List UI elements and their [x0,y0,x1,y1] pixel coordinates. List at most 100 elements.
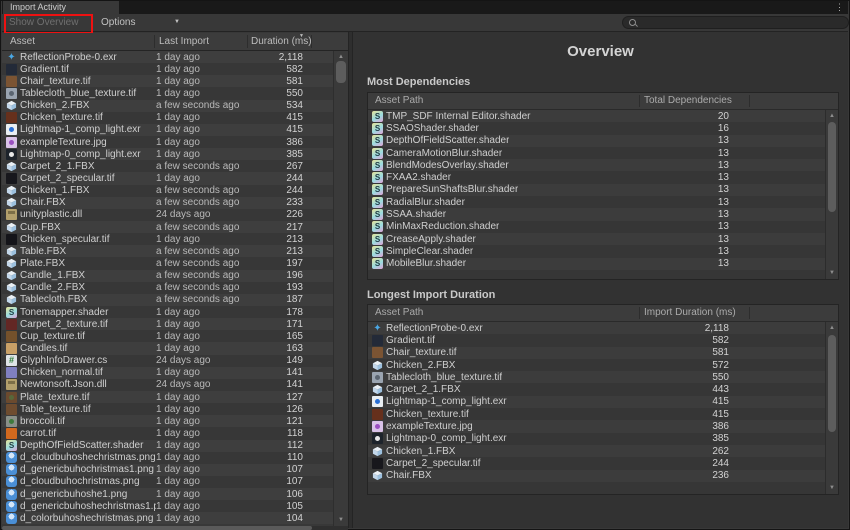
column-asset[interactable]: Asset [10,36,35,48]
table-row[interactable]: Lightmap-0_comp_light.exr385 [368,433,825,445]
scroll-up-button[interactable]: ▲ [334,53,348,61]
column-divider[interactable] [639,95,640,107]
column-import-duration[interactable]: Import Duration (ms) [644,305,736,321]
window-menu-icon[interactable]: ⋮ [835,1,844,13]
asset-row[interactable]: Chicken_normal.tif1 day ago141 [2,367,333,379]
column-divider[interactable] [749,307,750,319]
asset-row[interactable]: d_genericbuhoshechristmas1.png1 day ago1… [2,500,333,512]
table-row[interactable]: SMinMaxReduction.shader13 [368,221,825,233]
table-row[interactable]: ✦ReflectionProbe-0.exr2,118 [368,322,825,334]
column-asset-path[interactable]: Asset Path [375,93,423,109]
vertical-scrollbar[interactable]: ▲ ▼ [825,322,838,494]
scrollbar-thumb[interactable] [828,335,836,432]
asset-row[interactable]: d_cloudbuhoshechristmas.png1 day ago110 [2,452,333,464]
asset-row[interactable]: Chicken_texture.tif1 day ago415 [2,112,333,124]
asset-row[interactable]: Table.FBXa few seconds ago213 [2,245,333,257]
asset-list-vertical-scrollbar[interactable]: ▲ ▼ [333,51,348,526]
scrollbar-thumb[interactable] [2,526,312,530]
column-asset-path[interactable]: Asset Path [375,305,423,321]
column-divider[interactable] [639,307,640,319]
table-row[interactable]: SDepthOfFieldScatter.shader13 [368,135,825,147]
column-divider[interactable] [749,95,750,107]
asset-row[interactable]: SDepthOfFieldScatter.shader1 day ago112 [2,440,333,452]
table-row[interactable]: Carpet_2_1.FBX443 [368,383,825,395]
asset-row[interactable]: #GlyphInfoDrawer.cs24 days ago149 [2,355,333,367]
table-row[interactable]: SMobileBlur.shader13 [368,258,825,270]
asset-row[interactable]: Carpet_2_specular.tif1 day ago244 [2,172,333,184]
table-row[interactable]: Chicken_2.FBX572 [368,359,825,371]
asset-row[interactable]: Tablecloth_blue_texture.tif1 day ago550 [2,87,333,99]
column-divider[interactable] [311,35,312,48]
asset-row[interactable]: Table_texture.tif1 day ago126 [2,403,333,415]
asset-row[interactable]: d_cloudbuhochristmas.png1 day ago107 [2,476,333,488]
table-row[interactable]: SCameraMotionBlur.shader13 [368,147,825,159]
asset-row[interactable]: STonemapper.shader1 day ago178 [2,306,333,318]
asset-row[interactable]: d_colorbuhoshechristmas.png1 day ago104 [2,512,333,524]
scroll-down-button[interactable]: ▼ [826,269,838,277]
asset-row[interactable]: Cup.FBXa few seconds ago217 [2,221,333,233]
asset-row[interactable]: Lightmap-0_comp_light.exr1 day ago385 [2,148,333,160]
table-row[interactable]: SFXAA2.shader13 [368,171,825,183]
scrollbar-thumb[interactable] [828,122,836,212]
column-last-import[interactable]: Last Import [159,36,209,48]
scrollbar-thumb[interactable] [336,61,346,83]
asset-row[interactable]: Carpet_2_texture.tif1 day ago171 [2,318,333,330]
asset-row[interactable]: d_genericbuhoshe1.png1 day ago106 [2,488,333,500]
asset-row[interactable]: Tablecloth.FBXa few seconds ago187 [2,294,333,306]
table-row[interactable]: SSSAOShader.shader16 [368,122,825,134]
table-row[interactable]: Carpet_2_specular.tif244 [368,457,825,469]
asset-row[interactable]: Candle_2.FBXa few seconds ago193 [2,282,333,294]
asset-row[interactable]: Chair.FBXa few seconds ago233 [2,197,333,209]
asset-row[interactable]: Plate.FBXa few seconds ago197 [2,257,333,269]
table-row[interactable]: Gradient.tif582 [368,334,825,346]
asset-row[interactable]: Cup_texture.tif1 day ago165 [2,330,333,342]
shader-icon: S [372,148,383,159]
asset-row[interactable]: Candle_1.FBXa few seconds ago196 [2,270,333,282]
options-dropdown[interactable]: Options [101,16,185,30]
column-total-dependencies[interactable]: Total Dependencies [644,93,732,109]
asset-list-horizontal-scrollbar[interactable] [2,526,348,530]
table-row[interactable]: SRadialBlur.shader13 [368,196,825,208]
asset-row[interactable]: Lightmap-1_comp_light.exr1 day ago415 [2,124,333,136]
vertical-scrollbar[interactable]: ▲ ▼ [825,110,838,279]
scroll-up-button[interactable]: ▲ [826,324,838,332]
table-row[interactable]: SPrepareSunShaftsBlur.shader13 [368,184,825,196]
table-row[interactable]: SSimpleClear.shader13 [368,245,825,257]
table-row[interactable]: Chair.FBX236 [368,470,825,482]
asset-row[interactable]: unityplastic.dll24 days ago226 [2,209,333,221]
table-row[interactable]: Chicken_texture.tif415 [368,408,825,420]
asset-row[interactable]: Chicken_2.FBXa few seconds ago534 [2,100,333,112]
tab-import-activity[interactable]: Import Activity [3,1,119,14]
table-row[interactable]: exampleTexture.jpg386 [368,420,825,432]
search-box[interactable] [622,16,849,29]
scroll-up-button[interactable]: ▲ [826,112,838,120]
search-input[interactable] [640,18,842,28]
scroll-down-button[interactable]: ▼ [826,484,838,492]
asset-name: Tablecloth_blue_texture.tif [20,88,156,99]
table-row[interactable]: SCreaseApply.shader13 [368,233,825,245]
asset-row[interactable]: Gradient.tif1 day ago582 [2,63,333,75]
asset-row[interactable]: d_genericbuhochristmas1.png1 day ago107 [2,464,333,476]
asset-row[interactable]: Chair_texture.tif1 day ago581 [2,75,333,87]
asset-row[interactable]: Carpet_2_1.FBXa few seconds ago267 [2,160,333,172]
table-row[interactable]: Chair_texture.tif581 [368,347,825,359]
asset-row[interactable]: Chicken_specular.tif1 day ago213 [2,233,333,245]
column-divider[interactable] [247,35,248,48]
asset-row[interactable]: carrot.tif1 day ago118 [2,427,333,439]
asset-row[interactable]: exampleTexture.jpg1 day ago386 [2,136,333,148]
asset-row[interactable]: Candles.tif1 day ago163 [2,342,333,354]
table-row[interactable]: STMP_SDF Internal Editor.shader20 [368,110,825,122]
asset-row[interactable]: Newtonsoft.Json.dll24 days ago141 [2,379,333,391]
column-divider[interactable] [154,35,155,48]
scroll-down-button[interactable]: ▼ [334,516,348,524]
asset-row[interactable]: broccoli.tif1 day ago121 [2,415,333,427]
chevron-down-icon[interactable]: ▼ [174,19,180,25]
asset-row[interactable]: Plate_texture.tif1 day ago127 [2,391,333,403]
table-row[interactable]: Chicken_1.FBX262 [368,445,825,457]
table-row[interactable]: SBlendModesOverlay.shader13 [368,159,825,171]
table-row[interactable]: Tablecloth_blue_texture.tif550 [368,371,825,383]
table-row[interactable]: SSSAA.shader13 [368,208,825,220]
asset-row[interactable]: ✦ReflectionProbe-0.exr1 day ago2,118 [2,51,333,63]
asset-row[interactable]: Chicken_1.FBXa few seconds ago244 [2,185,333,197]
table-row[interactable]: Lightmap-1_comp_light.exr415 [368,396,825,408]
